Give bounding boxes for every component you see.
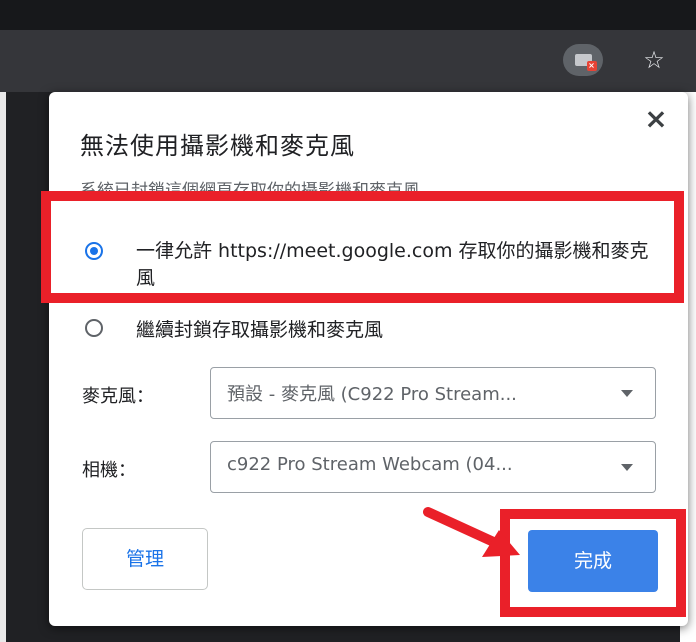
annotation-arrow-line — [423, 507, 503, 549]
annotation-arrow-layer — [423, 507, 520, 557]
